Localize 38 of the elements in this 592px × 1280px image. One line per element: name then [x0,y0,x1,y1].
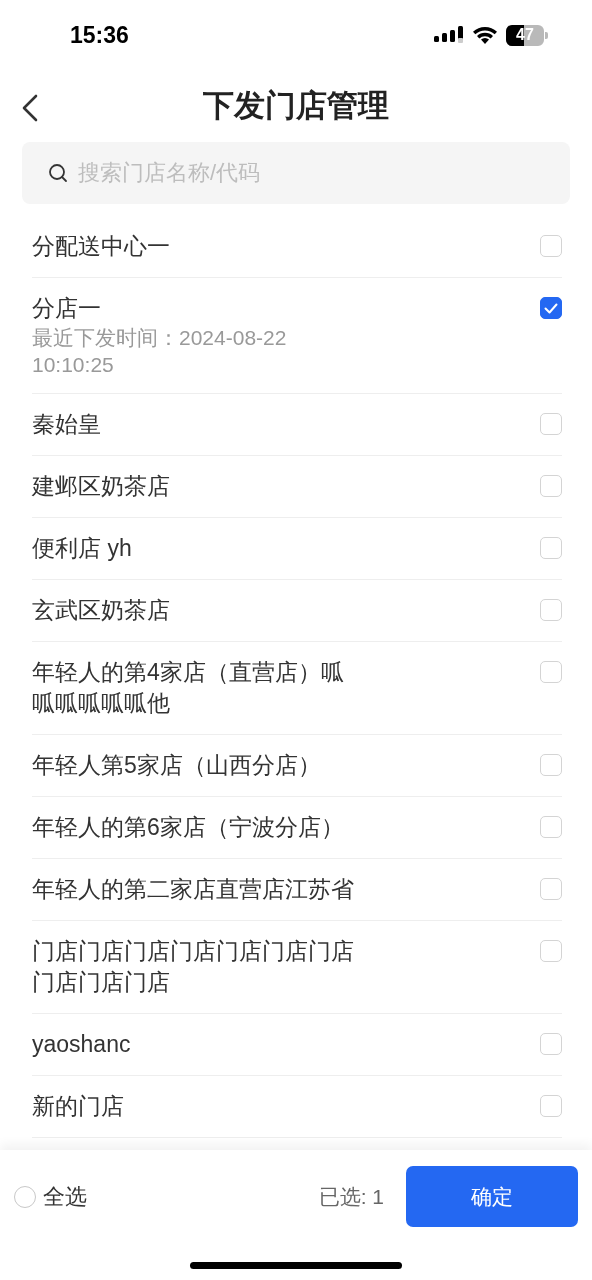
selected-count: 已选: 1 [318,1183,384,1210]
store-name: 年轻人的第二家店直营店江苏省 [32,875,354,904]
store-name: 分店一 [32,294,101,323]
wifi-icon [472,25,498,45]
confirm-button[interactable]: 确定 [406,1166,578,1227]
store-row[interactable]: 分配送中心一 [32,216,562,278]
store-row[interactable]: 建邺区奶茶店 [32,456,562,518]
store-name: 玄武区奶茶店 [32,596,170,625]
select-all-checkbox[interactable]: 全选 [14,1181,87,1212]
store-name: 年轻人第5家店（山西分店） [32,751,321,780]
store-name: 门店门店门店门店门店门店门店门店门店门店 [32,937,355,997]
store-row[interactable]: 年轻人的第4家店（直营店）呱呱呱呱呱呱他 [32,642,562,735]
checkbox[interactable] [540,297,562,319]
store-row[interactable]: 便利店 yh [32,518,562,580]
store-name: 年轻人的第4家店（直营店）呱呱呱呱呱呱他 [32,658,345,718]
signal-icon [434,26,464,44]
store-name: 分配送中心一 [32,232,170,261]
search-field[interactable]: 搜索门店名称/代码 [22,142,570,204]
store-row[interactable]: 年轻人的第6家店（宁波分店） [32,797,562,859]
store-row[interactable]: 秦始皇 [32,394,562,456]
store-name: 秦始皇 [32,410,101,439]
store-row[interactable]: yaoshanc [32,1014,562,1076]
store-name: yaoshanc [32,1030,131,1059]
store-name: 新的门店 [32,1092,124,1121]
store-name: 便利店 yh [32,534,132,563]
store-row[interactable]: 年轻人第5家店（山西分店） [32,735,562,797]
store-row[interactable]: 玄武区奶茶店 [32,580,562,642]
search-icon [48,163,68,183]
store-name: 建邺区奶茶店 [32,472,170,501]
status-time: 15:36 [70,21,129,49]
store-row[interactable]: 分店一 最近下发时间：2024-08-22 10:10:25 [32,278,562,394]
check-icon [544,302,558,314]
store-row[interactable]: 年轻人的第二家店直营店江苏省 [32,859,562,921]
store-row[interactable]: 门店门店门店门店门店门店门店门店门店门店 [32,921,562,1014]
last-dispatch-time: 最近下发时间：2024-08-22 10:10:25 [32,325,288,378]
store-row[interactable]: 新的门店 [32,1076,562,1138]
store-name: 年轻人的第6家店（宁波分店） [32,813,344,842]
page-title: 下发门店管理 [203,87,389,125]
